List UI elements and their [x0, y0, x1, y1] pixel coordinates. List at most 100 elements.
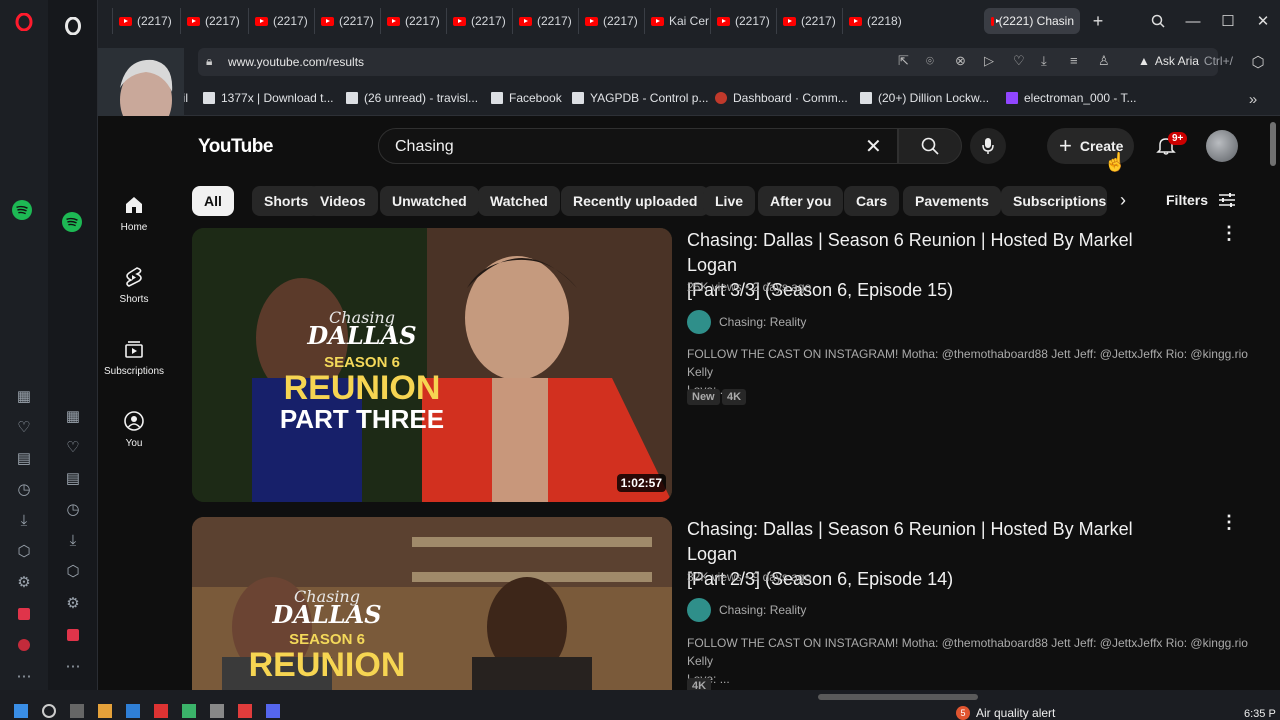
- opera-menu-icon[interactable]: [63, 16, 83, 36]
- chip-subscriptions[interactable]: Subscriptions: [1001, 186, 1107, 216]
- red-app-icon[interactable]: [63, 625, 83, 645]
- camera-icon[interactable]: ⌾: [926, 53, 934, 69]
- bookmark-item[interactable]: (20+) Dillion Lockw...: [860, 91, 989, 105]
- nav-home[interactable]: Home: [98, 194, 170, 233]
- clear-search-icon[interactable]: ✕: [865, 134, 882, 159]
- tab[interactable]: (2217): [776, 8, 842, 34]
- apps-icon[interactable]: ▦: [14, 386, 34, 406]
- tab[interactable]: (2217): [314, 8, 380, 34]
- chip-recently-uploaded[interactable]: Recently uploaded: [561, 186, 710, 216]
- tab[interactable]: Kai Cer: [644, 8, 710, 34]
- maximize-icon[interactable]: ☐: [1218, 11, 1238, 31]
- profile-icon[interactable]: ♙: [1098, 53, 1110, 69]
- chips-next-icon[interactable]: ›: [1120, 190, 1126, 211]
- air-quality-alert[interactable]: 5 Air quality alert: [956, 706, 1055, 720]
- apps-icon[interactable]: ▦: [63, 406, 83, 426]
- clock[interactable]: 6:35 P: [1244, 708, 1276, 720]
- spotify-icon[interactable]: [12, 200, 32, 220]
- chip-all[interactable]: All: [192, 186, 234, 216]
- bookmark-item[interactable]: YAGPDB - Control p...: [572, 91, 708, 105]
- new-tab-icon[interactable]: +: [1088, 11, 1108, 31]
- app-icon[interactable]: [154, 704, 168, 718]
- bookmark-item[interactable]: 1377x | Download t...: [203, 91, 334, 105]
- search-bar[interactable]: Chasing ✕: [378, 128, 898, 164]
- start-icon[interactable]: [14, 704, 28, 718]
- youtube-logo[interactable]: YouTube: [198, 136, 273, 158]
- url-box[interactable]: 🔒︎ www.youtube.com/results ⇱ ⌾ ⊗ ▷ ♡ ⤓ ≡…: [198, 48, 1218, 76]
- notifications-button[interactable]: 9+: [1154, 132, 1188, 160]
- chip-live[interactable]: Live: [703, 186, 756, 216]
- chip-cars[interactable]: Cars: [844, 186, 900, 216]
- cube-icon[interactable]: ⬡: [63, 561, 83, 581]
- news-icon[interactable]: ▤: [63, 468, 83, 488]
- voice-search-button[interactable]: [970, 128, 1006, 164]
- tab[interactable]: (2217): [112, 8, 178, 34]
- nav-subscriptions[interactable]: Subscriptions: [98, 338, 170, 377]
- settings-icon[interactable]: ⚙: [63, 593, 83, 613]
- app-icon[interactable]: [210, 704, 224, 718]
- bookmark-item[interactable]: Facebook: [491, 91, 562, 105]
- search-tabs-icon[interactable]: [1148, 11, 1168, 31]
- tab[interactable]: (2217): [710, 8, 776, 34]
- app-icon[interactable]: [98, 704, 112, 718]
- history-icon[interactable]: ◷: [14, 479, 34, 499]
- tab[interactable]: (2217): [180, 8, 246, 34]
- app-icon[interactable]: [238, 704, 252, 718]
- tab-active[interactable]: (2221) Chasin: [984, 8, 1080, 34]
- history-icon[interactable]: ◷: [63, 499, 83, 519]
- page-scrollbar[interactable]: [1270, 122, 1276, 166]
- bookmark-item[interactable]: electroman_000 - T...: [1006, 91, 1137, 105]
- taskview-icon[interactable]: [70, 704, 84, 718]
- download-icon[interactable]: ⤓: [63, 530, 83, 550]
- heart-icon[interactable]: ♡: [63, 437, 83, 457]
- menu-icon[interactable]: ≡: [1070, 53, 1078, 68]
- cube-icon[interactable]: ⬡: [14, 541, 34, 561]
- nav-shorts[interactable]: Shorts: [98, 266, 170, 305]
- tab[interactable]: (2217): [512, 8, 578, 34]
- extensions-icon[interactable]: ⬡: [1248, 52, 1268, 72]
- red-app-icon[interactable]: [14, 604, 34, 624]
- bookmarks-more-icon[interactable]: »: [1243, 89, 1263, 109]
- search-input[interactable]: Chasing: [395, 138, 454, 156]
- chip-pavements[interactable]: Pavements: [903, 186, 1001, 216]
- download-icon[interactable]: ⤓: [14, 510, 34, 530]
- channel-link[interactable]: Chasing: Reality: [687, 598, 806, 622]
- url-text[interactable]: www.youtube.com/results: [228, 55, 364, 69]
- horizontal-scrollbar[interactable]: [818, 694, 978, 700]
- chip-videos[interactable]: Videos: [308, 186, 378, 216]
- aria-button[interactable]: ▲ Ask Aria Ctrl+/: [1138, 54, 1233, 68]
- channel-link[interactable]: Chasing: Reality: [687, 310, 806, 334]
- chip-after-you[interactable]: After you: [758, 186, 844, 216]
- tab[interactable]: (2218): [842, 8, 976, 34]
- vpn-icon[interactable]: [14, 635, 34, 655]
- heart-icon[interactable]: ♡: [14, 417, 34, 437]
- app-icon[interactable]: [182, 704, 196, 718]
- downloads-icon[interactable]: ⤓: [1041, 53, 1047, 69]
- app-icon[interactable]: [126, 704, 140, 718]
- news-icon[interactable]: ▤: [14, 448, 34, 468]
- video-thumbnail[interactable]: Chasing DALLAS SEASON 6 REUNION PART THR…: [192, 228, 672, 502]
- minimize-icon[interactable]: —: [1183, 11, 1203, 31]
- tab[interactable]: (2217): [578, 8, 644, 34]
- share-icon[interactable]: ⇱: [898, 53, 909, 69]
- tab[interactable]: (2217): [446, 8, 512, 34]
- chip-watched[interactable]: Watched: [478, 186, 560, 216]
- more-icon[interactable]: ⋯: [63, 656, 83, 676]
- search-taskbar-icon[interactable]: [42, 704, 56, 718]
- spotify-icon[interactable]: [62, 212, 82, 232]
- favorite-icon[interactable]: ♡: [1013, 53, 1025, 69]
- more-icon[interactable]: ⋯: [14, 666, 34, 686]
- filters-button[interactable]: Filters: [1166, 192, 1236, 208]
- nav-you[interactable]: You: [98, 410, 170, 449]
- tab[interactable]: (2217): [380, 8, 446, 34]
- video-menu-icon[interactable]: ⋮: [1220, 513, 1238, 531]
- app-icon[interactable]: [266, 704, 280, 718]
- opera-logo-icon[interactable]: [14, 12, 34, 32]
- adblock-icon[interactable]: ⊗: [955, 53, 966, 69]
- play-icon[interactable]: ▷: [984, 53, 994, 69]
- close-window-icon[interactable]: ✕: [1253, 11, 1273, 31]
- video-menu-icon[interactable]: ⋮: [1220, 224, 1238, 242]
- bookmark-item[interactable]: Dashboard · Comm...: [715, 91, 848, 105]
- avatar[interactable]: [1206, 130, 1238, 162]
- video-thumbnail[interactable]: Chasing DALLAS SEASON 6 REUNION: [192, 517, 672, 690]
